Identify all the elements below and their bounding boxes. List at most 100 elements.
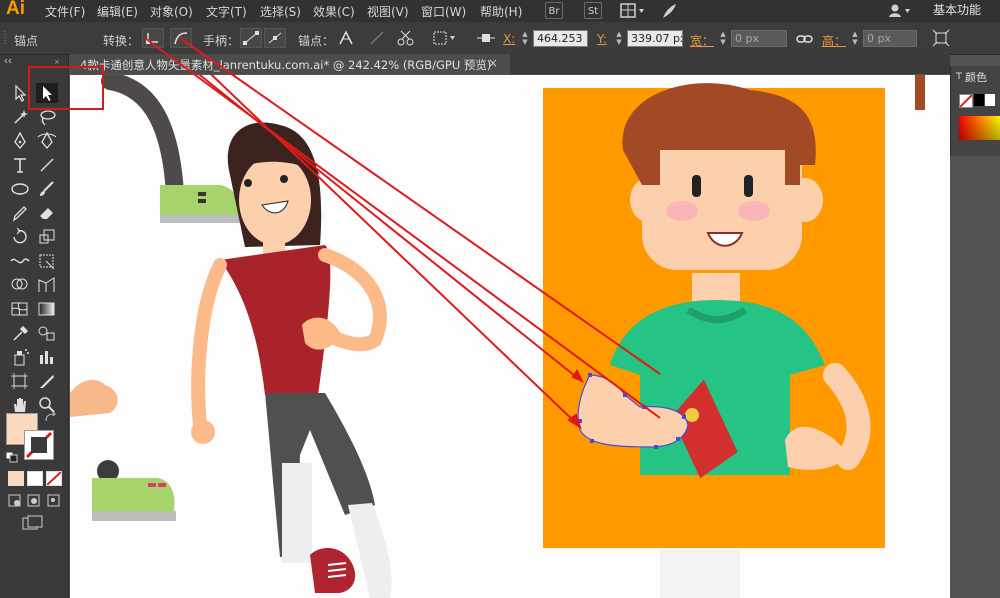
mesh-tool[interactable] [9,299,31,319]
width-label: 宽： [690,34,715,48]
height-input[interactable]: 0 px [863,30,917,47]
document-tab-title: 4款卡通创意人物矢量素材_lanrentuku.com.ai* @ 242.42… [80,58,492,72]
feather-icon[interactable] [660,2,678,20]
mesh-icon [11,302,28,316]
isolate-icon[interactable] [432,29,458,47]
gradient-icon [38,302,55,316]
x-spinner[interactable]: ▲ ▼ [520,30,530,47]
control-bar: 锚点 转换： 手柄： 锚点： X: ▲ ▼ 464.253 p Y: ▲ ▼ 339… [0,22,1000,55]
shape-builder-icon [11,278,28,290]
menu-object[interactable]: 对象(O) [150,3,193,20]
hand-tool[interactable] [9,395,31,415]
close-tab-button[interactable]: × [488,56,498,70]
gradient-tool[interactable] [36,299,58,319]
align-icon[interactable] [475,29,497,47]
ellipse-icon [11,183,29,195]
color-panel-black[interactable] [974,94,984,106]
ellipse-tool[interactable] [9,179,31,199]
y-input[interactable]: 339.07 px [627,30,683,47]
type-tool[interactable] [9,155,31,175]
menu-view[interactable]: 视图(V) [367,3,409,20]
swap-fill-stroke-icon[interactable] [44,412,58,424]
blend-tool[interactable] [36,323,58,343]
draw-modes-icon[interactable] [8,493,64,509]
eraser-icon [40,208,53,219]
link-constrain-icon[interactable] [795,30,815,48]
menu-type[interactable]: 文字(T) [206,3,247,20]
hide-handles-button[interactable] [264,28,286,48]
color-spectrum[interactable] [959,116,1000,140]
connect-path-icon[interactable] [368,29,386,47]
none-mode-button[interactable] [46,471,62,486]
menu-select[interactable]: 选择(S) [260,3,301,20]
width-input[interactable]: 0 px [731,30,787,47]
annotation-arrows [198,75,585,430]
magic-wand-tool[interactable] [9,107,31,127]
scale-tool[interactable] [36,227,58,247]
pencil-tool[interactable] [9,203,31,223]
free-transform-tool[interactable] [36,251,58,271]
perspective-grid-tool[interactable] [36,275,58,295]
convert-label: 转换： [103,34,140,48]
artwork [70,75,925,598]
free-transform-icon [39,254,55,270]
color-panel: 颜色 [950,66,1000,156]
document-tab[interactable]: 4款卡通创意人物矢量素材_lanrentuku.com.ai* @ 242.42… [70,54,511,74]
svg-text:×: × [54,58,60,64]
menu-file[interactable]: 文件(F) [45,3,85,20]
grip-icon[interactable] [3,30,9,46]
stroke-swatch[interactable] [24,430,54,460]
screen-mode-icon[interactable] [22,515,46,533]
pen-tool[interactable] [9,131,31,151]
width-tool[interactable] [9,251,31,271]
menu-edit[interactable]: 编辑(E) [97,3,138,20]
stock-icon[interactable]: St [584,2,602,19]
artboard-icon [11,373,28,389]
x-label: X: [503,32,516,46]
eyedropper-tool[interactable] [9,323,31,343]
color-mode-button[interactable] [8,471,24,486]
artboard-canvas[interactable] [70,75,950,598]
color-panel-white[interactable] [985,94,995,106]
menu-window[interactable]: 窗口(W) [421,3,466,20]
gradient-mode-button[interactable] [27,471,43,486]
lasso-tool[interactable] [36,107,58,127]
line-segment-icon [40,158,54,172]
scale-icon [39,229,55,244]
symbol-sprayer-tool[interactable] [9,347,31,367]
none-icon [46,471,62,486]
menu-help[interactable]: 帮助(H) [480,3,522,20]
toolbox-collapse-icon[interactable]: × [4,58,64,64]
slice-knife-icon [40,375,54,388]
bridge-icon[interactable]: Br [545,2,563,19]
show-handles-button[interactable] [240,28,262,48]
slice-tool[interactable] [36,371,58,391]
leg-shoe-artwork [101,75,240,223]
shape-builder-tool[interactable] [9,275,31,295]
artboard-tool[interactable] [9,371,31,391]
remove-anchor-icon[interactable] [337,29,355,47]
hand-artwork [70,379,118,417]
tab-strip [510,54,950,74]
workspace-switcher[interactable]: 基本功能 [933,1,981,18]
panel-collapse-icon[interactable] [954,71,964,81]
rotate-tool[interactable] [9,227,31,247]
annotation-arrows-top [144,37,661,419]
app-logo: Ai [6,0,25,19]
line-tool[interactable] [36,155,58,175]
color-panel-fill-none[interactable] [959,94,973,108]
x-input[interactable]: 464.253 p [533,30,588,47]
y-spinner[interactable]: ▲ ▼ [614,30,624,47]
sync-user-icon[interactable] [888,3,914,19]
transform-icon[interactable] [932,29,952,47]
paintbrush-tool[interactable] [36,179,58,199]
menu-effect[interactable]: 效果(C) [313,3,355,20]
cut-path-icon[interactable] [396,29,416,47]
column-graph-tool[interactable] [36,347,58,367]
eraser-tool[interactable] [36,203,58,223]
width-spinner[interactable]: ▲ ▼ [718,30,728,47]
default-colors-icon[interactable] [5,451,19,463]
curvature-tool[interactable] [36,131,58,151]
height-spinner[interactable]: ▲ ▼ [850,30,860,47]
arrange-documents-icon[interactable] [620,3,650,19]
